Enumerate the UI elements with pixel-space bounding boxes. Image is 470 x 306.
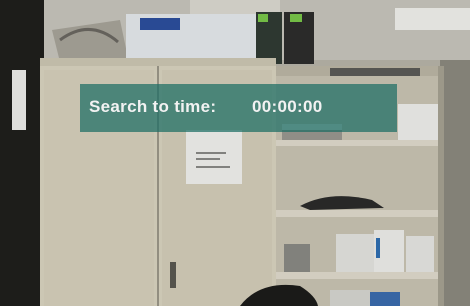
- seek-time-value[interactable]: 00:00:00: [252, 97, 322, 117]
- seek-time-overlay: Search to time: 00:00:00: [80, 84, 397, 132]
- seek-time-label: Search to time:: [89, 97, 217, 116]
- office-scene: [0, 0, 470, 306]
- camera-video-frame: Search to time: 00:00:00: [0, 0, 470, 306]
